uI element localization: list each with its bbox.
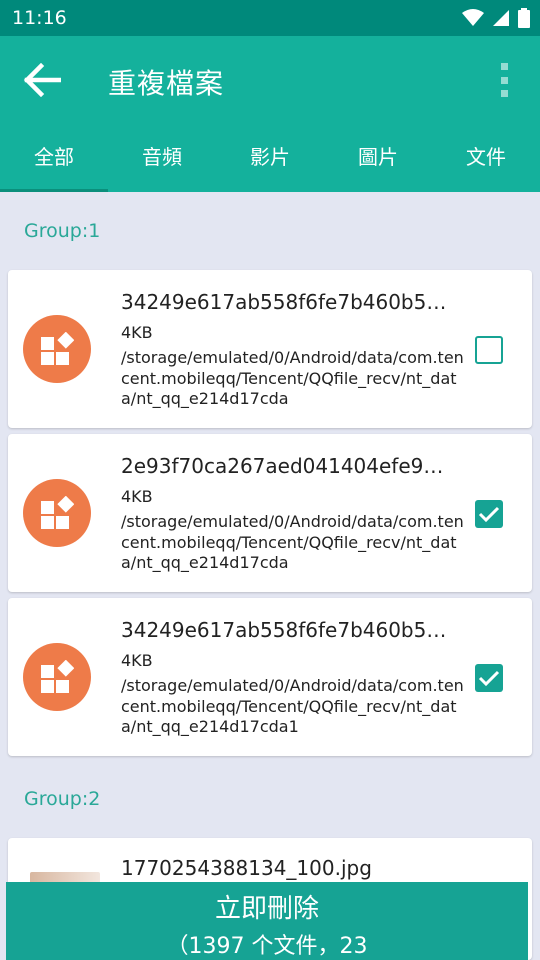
tab-images[interactable]: 圖片 — [324, 122, 432, 192]
tab-bar: 全部 音頻 影片 圖片 文件 — [0, 122, 540, 192]
back-button[interactable] — [18, 56, 66, 104]
group-label: Group:2 — [24, 788, 101, 810]
file-size: 4KB — [121, 323, 153, 342]
select-checkbox[interactable] — [475, 500, 503, 528]
file-grid-glyph — [41, 660, 74, 693]
file-name: 34249e617ab558f6fe7b460b5… — [121, 290, 447, 314]
tab-audio[interactable]: 音頻 — [108, 122, 216, 192]
file-name: 1770254388134_100.jpg — [121, 856, 372, 880]
more-vert-dot — [500, 76, 508, 84]
file-card[interactable]: 34249e617ab558f6fe7b460b5… 4KB /storage/… — [8, 270, 532, 428]
delete-now-button[interactable]: 立即刪除 （1397 个文件，23 — [6, 882, 528, 960]
file-size: 4KB — [121, 651, 153, 670]
file-grid-icon — [23, 479, 91, 547]
file-path: /storage/emulated/0/Android/data/com.ten… — [121, 348, 464, 408]
file-card[interactable]: 34249e617ab558f6fe7b460b5… 4KB /storage/… — [8, 598, 532, 756]
select-checkbox[interactable] — [475, 336, 503, 364]
delete-summary: （1397 个文件，23 — [166, 934, 368, 959]
file-card[interactable]: 2e93f70ca267aed041404efe9… 4KB /storage/… — [8, 434, 532, 592]
check-icon — [478, 670, 500, 687]
file-path: /storage/emulated/0/Android/data/com.ten… — [121, 676, 464, 736]
status-bar: 11:16 — [0, 0, 540, 36]
wifi-icon — [462, 9, 484, 26]
file-grid-glyph — [41, 332, 74, 365]
app-bar: 重複檔案 — [0, 36, 540, 122]
more-vert-dot — [500, 90, 508, 97]
file-size: 4KB — [121, 487, 153, 506]
status-icons — [462, 8, 530, 28]
file-grid-icon — [23, 315, 91, 383]
signal-icon — [493, 10, 509, 26]
tab-documents[interactable]: 文件 — [432, 122, 540, 192]
group-header: Group:2 — [0, 760, 540, 838]
tab-all[interactable]: 全部 — [0, 122, 108, 192]
more-vert-icon — [500, 63, 508, 70]
check-icon — [478, 506, 500, 523]
file-path: /storage/emulated/0/Android/data/com.ten… — [121, 512, 464, 572]
more-options-button[interactable] — [492, 60, 516, 100]
file-name: 34249e617ab558f6fe7b460b5… — [121, 618, 447, 642]
status-time: 11:16 — [12, 7, 67, 29]
file-grid-glyph — [41, 496, 74, 529]
tab-video[interactable]: 影片 — [216, 122, 324, 192]
group-header: Group:1 — [0, 192, 540, 270]
arrow-left-icon — [23, 63, 61, 97]
delete-title: 立即刪除 — [214, 894, 319, 924]
page-title: 重複檔案 — [108, 67, 225, 100]
file-grid-icon — [23, 643, 91, 711]
select-checkbox[interactable] — [475, 664, 503, 692]
group-label: Group:1 — [24, 220, 101, 242]
file-name: 2e93f70ca267aed041404efe9… — [121, 454, 444, 478]
battery-icon — [518, 8, 530, 28]
